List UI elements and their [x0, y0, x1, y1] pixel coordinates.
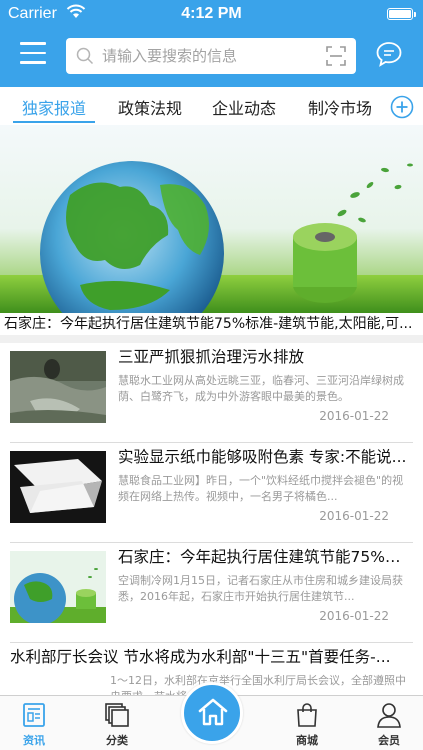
status-bar: Carrier 4:12 PM — [0, 0, 423, 28]
news-item[interactable]: 石家庄：今年起执行居住建筑节能75%标... 空调制冷网1月15日，记者石家庄从… — [0, 543, 423, 643]
news-date: 2016-01-22 — [319, 409, 389, 423]
bottom-tab-label: 分类 — [106, 734, 128, 747]
news-date: 2016-01-22 — [319, 509, 389, 523]
category-tabs: 独家报道 政策法规 企业动态 制冷市场 — [0, 87, 423, 125]
section-divider — [0, 335, 423, 343]
scan-icon[interactable] — [326, 46, 346, 66]
news-title: 水利部厅长会议 节水将成为水利部"十三五"首要任务-... — [10, 648, 391, 666]
news-date: 2016-01-22 — [319, 609, 389, 623]
bottom-tab-label: 资讯 — [23, 734, 45, 747]
news-summary: 慧聪食品工业网】昨日，一个"饮料经纸巾搅拌会褪色"的视频在网络上热传。视频中，一… — [118, 474, 404, 503]
bottom-tab-shop[interactable]: 商城 — [277, 696, 337, 750]
news-summary: 慧聪水工业网从高处远眺三亚，临春河、三亚河沿岸绿树成荫、白鹭齐飞，成为中外游客眼… — [118, 374, 404, 403]
bottom-tab-label: 商城 — [296, 734, 318, 747]
news-summary: 空调制冷网1月15日，记者石家庄从市住房和城乡建设局获悉，2016年起，石家庄市… — [118, 574, 403, 603]
search-input[interactable] — [102, 38, 312, 74]
bottom-tab-category[interactable]: 分类 — [87, 696, 147, 750]
category-icon — [105, 703, 129, 727]
home-button[interactable] — [181, 682, 243, 744]
news-thumbnail — [10, 351, 106, 423]
news-item[interactable]: 三亚严抓狠抓治理污水排放 慧聪水工业网从高处远眺三亚，临春河、三亚河沿岸绿树成荫… — [0, 343, 423, 443]
hero-image — [0, 125, 423, 313]
news-thumbnail — [10, 451, 106, 523]
hero-caption[interactable]: 石家庄：今年起执行居住建筑节能75%标准-建筑节能,太阳能,可... — [0, 313, 423, 335]
top-bar: Carrier 4:12 PM — [0, 0, 423, 87]
tab-policy[interactable]: 政策法规 — [118, 95, 182, 119]
home-icon — [198, 698, 228, 726]
news-title: 实验显示纸巾能够吸附色素 专家:不能说... — [118, 448, 407, 466]
search-icon — [76, 47, 94, 65]
battery-icon — [387, 8, 416, 20]
news-thumbnail — [10, 551, 106, 623]
member-icon — [377, 703, 401, 728]
bottom-tab-news[interactable]: 资讯 — [4, 696, 64, 750]
tab-company-news[interactable]: 企业动态 — [212, 95, 276, 119]
news-title: 石家庄：今年起执行居住建筑节能75%标... — [118, 548, 413, 566]
news-icon — [23, 703, 45, 727]
bottom-tab-label: 会员 — [378, 734, 400, 747]
add-tab-icon[interactable] — [390, 95, 414, 119]
news-title: 三亚严抓狠抓治理污水排放 — [118, 348, 305, 366]
clock: 4:12 PM — [181, 5, 242, 22]
message-icon[interactable] — [375, 40, 403, 68]
search-bar[interactable] — [66, 38, 356, 74]
tab-refrigeration-market[interactable]: 制冷市场 — [308, 95, 372, 119]
news-item[interactable]: 实验显示纸巾能够吸附色素 专家:不能说... 慧聪食品工业网】昨日，一个"饮料经… — [0, 443, 423, 543]
menu-button[interactable] — [20, 42, 46, 66]
shop-bag-icon — [297, 703, 317, 727]
bottom-tab-member[interactable]: 会员 — [359, 696, 419, 750]
tab-exclusive[interactable]: 独家报道 — [22, 95, 86, 119]
hero-banner[interactable] — [0, 125, 423, 313]
active-tab-indicator — [13, 121, 95, 123]
